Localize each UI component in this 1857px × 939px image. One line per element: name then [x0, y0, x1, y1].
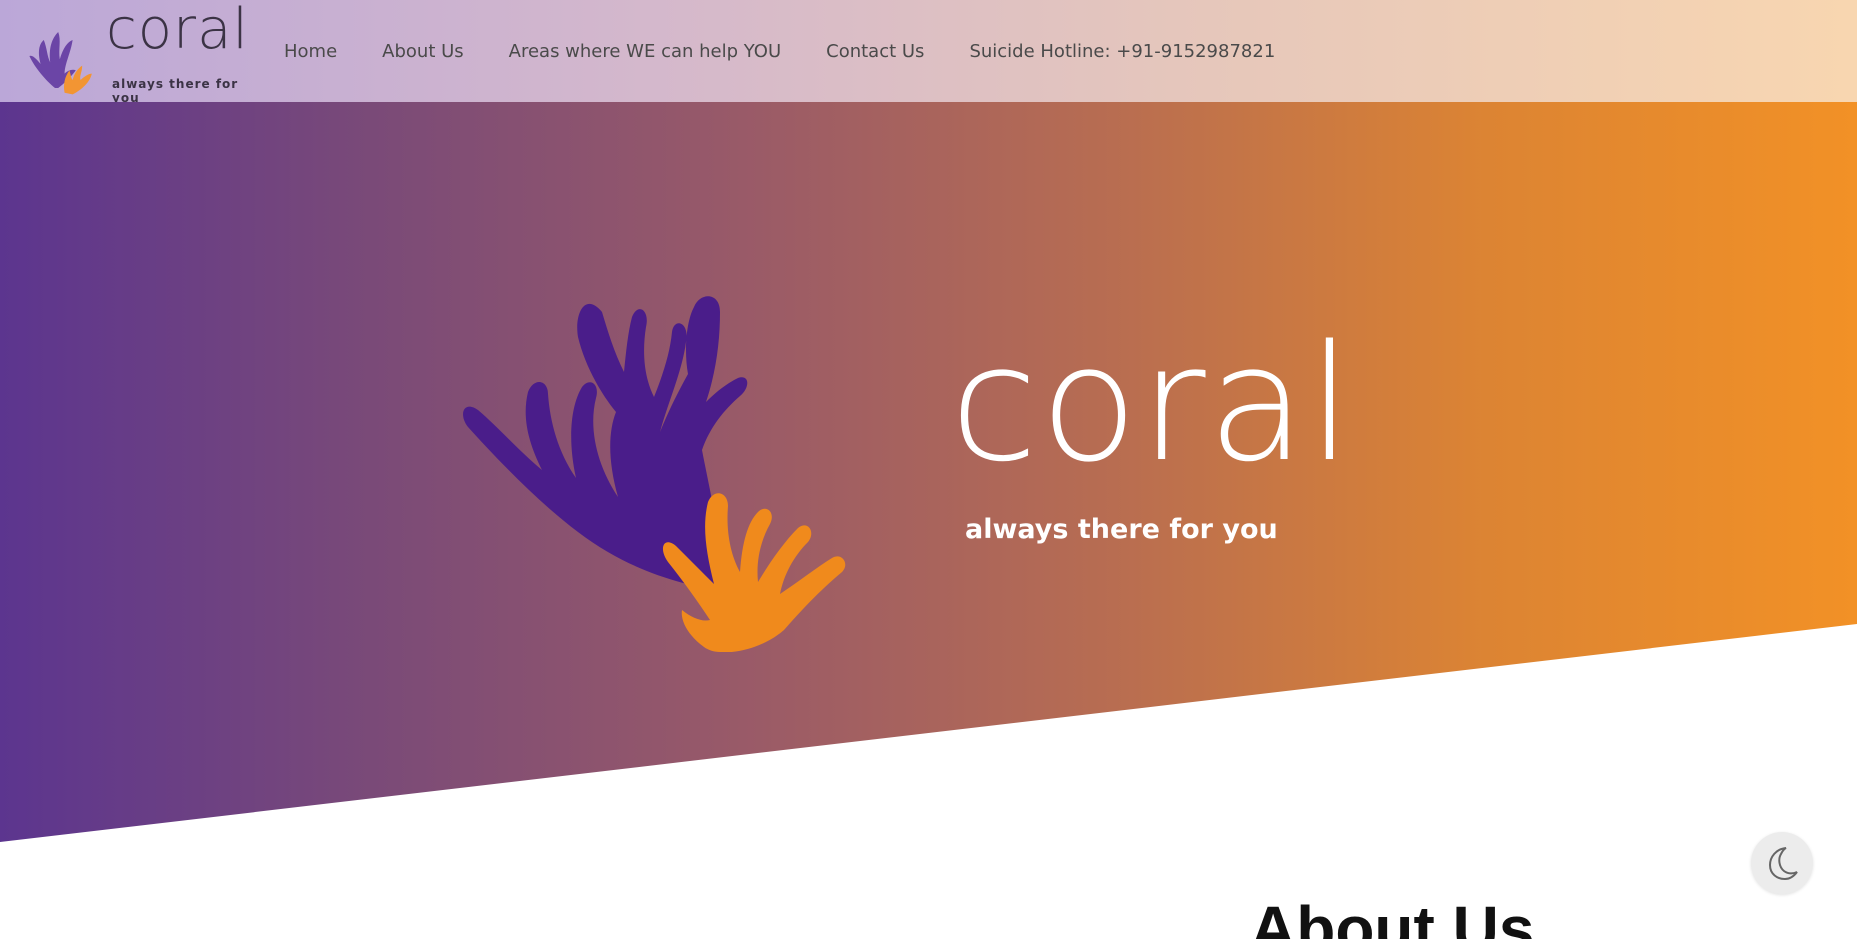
about-us-heading: About Us	[1250, 893, 1535, 939]
moon-icon	[1768, 847, 1798, 881]
coral-hero-icon	[463, 296, 846, 652]
nav-home-link[interactable]: Home	[284, 41, 337, 62]
coral-logo-icon	[29, 32, 92, 95]
nav-areas-link[interactable]: Areas where WE can help YOU	[509, 41, 781, 62]
brand-logo-link[interactable]: coral always there for you	[22, 2, 262, 105]
top-navbar: coral always there for you Home About Us…	[0, 0, 1857, 105]
hero-title: coral	[950, 310, 1355, 497]
dark-mode-toggle-button[interactable]	[1751, 832, 1813, 894]
nav-hotline-link[interactable]: Suicide Hotline: +91-9152987821	[969, 41, 1275, 62]
brand-wordmark: coral	[106, 0, 249, 62]
hero-tagline: always there for you	[965, 514, 1278, 545]
hero-banner: coral always there for you	[0, 102, 1857, 842]
nav-contact-link[interactable]: Contact Us	[826, 41, 924, 62]
brand-tagline: always there for you	[112, 77, 239, 105]
nav-about-link[interactable]: About Us	[382, 41, 464, 62]
main-nav: Home About Us Areas where WE can help YO…	[284, 0, 1320, 102]
